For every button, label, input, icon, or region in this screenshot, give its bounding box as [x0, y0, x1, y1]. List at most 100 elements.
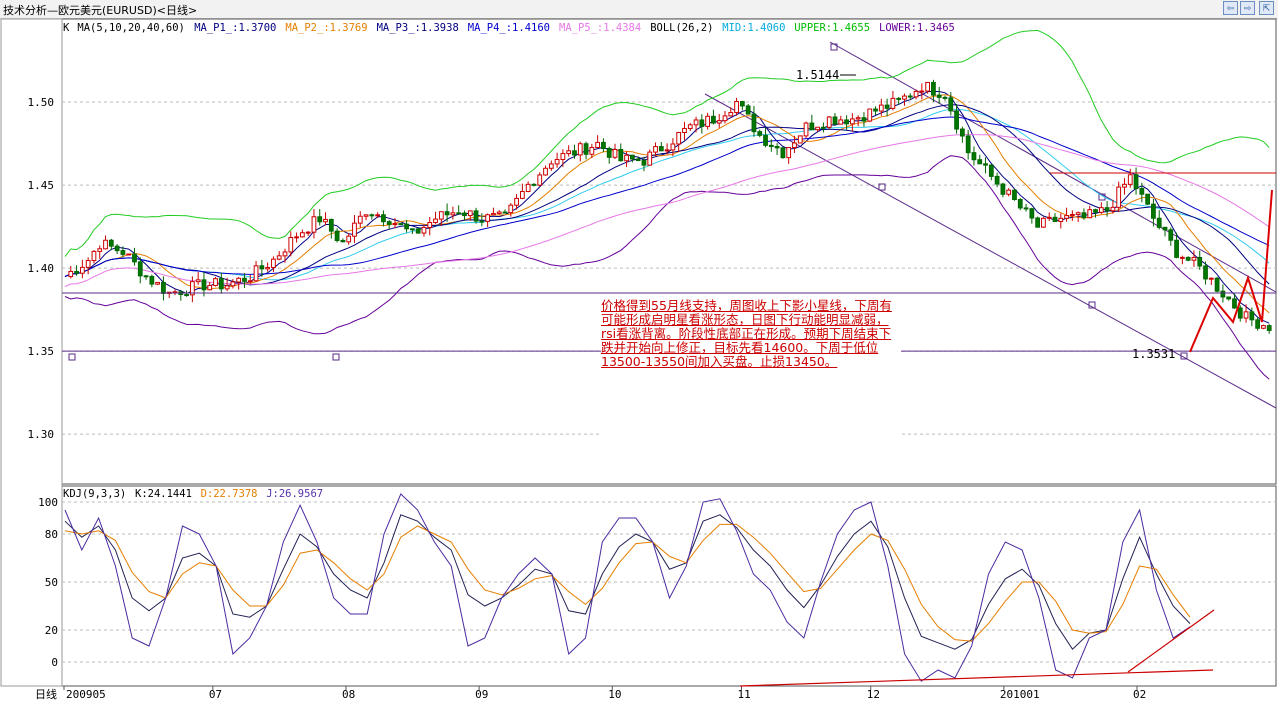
candle [132, 253, 137, 263]
candle [948, 97, 954, 112]
candle [404, 223, 409, 230]
candle [1104, 207, 1110, 212]
candle [363, 214, 369, 217]
ma-p4-line [64, 116, 1270, 277]
candle [728, 112, 734, 117]
candle [120, 250, 126, 255]
main-legend-item: UPPER:1.4655 [794, 22, 870, 34]
candle [1174, 239, 1179, 258]
candle [1127, 174, 1133, 185]
date-tick-label: 09 [475, 688, 488, 701]
candle [74, 270, 79, 274]
candle [357, 215, 363, 224]
price-tick-label: 1.30 [28, 428, 55, 441]
candle [1255, 319, 1261, 329]
candle [751, 113, 757, 133]
candle [867, 108, 873, 122]
candle [1006, 189, 1012, 195]
main-legend-item: MA_P5_:1.4384 [559, 22, 641, 34]
candle [450, 212, 456, 216]
candle [375, 214, 381, 217]
candle [896, 97, 902, 100]
candle [317, 216, 323, 223]
candle [334, 230, 340, 241]
candle [797, 135, 803, 144]
candle [1012, 189, 1017, 201]
ma-p3-line [64, 104, 1270, 286]
candle [531, 183, 537, 186]
candle [1261, 325, 1266, 329]
kdj-tick-label: 0 [51, 656, 58, 669]
date-tick-label: 201001 [1000, 688, 1040, 701]
candle [1023, 207, 1029, 210]
candle [676, 131, 682, 145]
candle [184, 294, 189, 297]
candle [467, 210, 473, 217]
candle [537, 174, 543, 186]
candle [201, 279, 207, 291]
candle [682, 127, 687, 133]
channel-upper-line [829, 41, 1277, 293]
date-tick-label: 02 [1133, 688, 1146, 701]
kdj-axis: 100 80 50 20 0 [38, 496, 58, 669]
candle [230, 281, 236, 287]
candle [844, 119, 849, 125]
kdj-d-line [64, 523, 1191, 642]
candle [1232, 298, 1237, 309]
candle [1000, 183, 1006, 195]
candle [1064, 215, 1069, 219]
candle [826, 116, 832, 128]
candle [1145, 193, 1151, 205]
candle [294, 236, 299, 239]
candle [554, 158, 560, 165]
candle [803, 122, 809, 137]
candle [572, 150, 577, 156]
candle [415, 228, 421, 234]
candle [1162, 226, 1168, 231]
candle [462, 212, 467, 217]
candle [734, 101, 739, 114]
candle [323, 218, 328, 223]
candle [780, 147, 786, 159]
candle [525, 183, 531, 193]
candle [739, 101, 745, 107]
kdj-legend-item: J:26.9567 [266, 488, 323, 500]
candle [861, 117, 867, 122]
candle [1122, 183, 1127, 188]
candle [456, 212, 462, 215]
candle [757, 131, 763, 136]
candle [641, 160, 647, 166]
candle [155, 281, 161, 285]
candle [1243, 311, 1249, 319]
date-tick-label: 12 [867, 688, 880, 701]
kdj-rising-trendline [1127, 609, 1215, 673]
candle [1220, 290, 1226, 298]
candle [792, 142, 797, 149]
candle [693, 119, 699, 126]
kdj-support-trendline [739, 669, 1214, 687]
candle [670, 143, 676, 151]
candle [253, 265, 259, 282]
date-axis: 200905 07 08 09 10 11 12 201001 02 [63, 686, 1146, 701]
candle [207, 284, 213, 291]
high-price-label: 1.5144 [796, 68, 839, 82]
candles [68, 79, 1272, 334]
kdj-legend-item: D:22.7378 [201, 488, 258, 500]
candle [711, 115, 716, 124]
candle [438, 211, 444, 220]
candle [496, 211, 502, 215]
candle [873, 108, 878, 112]
candle [444, 211, 450, 216]
candle [1249, 311, 1255, 321]
main-legend-item: MID:1.4060 [722, 22, 785, 34]
candle [855, 117, 861, 120]
candle [838, 119, 844, 125]
candle [79, 266, 85, 274]
main-legend-item: BOLL(26,2) [650, 22, 713, 34]
candle [1214, 277, 1220, 292]
date-tick-label: 200905 [66, 688, 106, 701]
candle [653, 146, 658, 153]
kdj-legend-item: K:24.1441 [135, 488, 192, 500]
candle [479, 220, 485, 223]
kdj-tick-label: 50 [45, 576, 58, 589]
